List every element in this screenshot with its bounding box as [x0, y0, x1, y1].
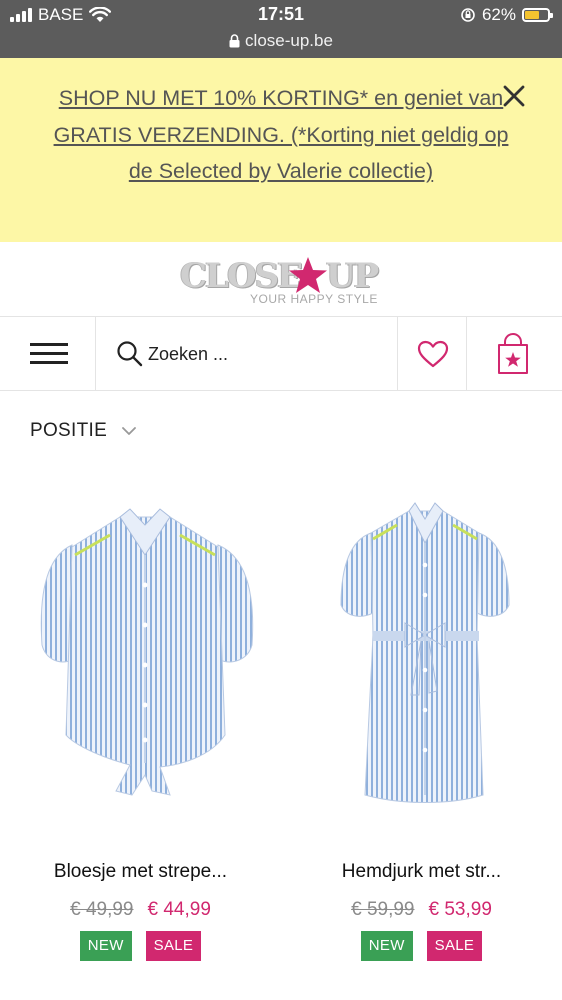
- product-badges: NEW SALE: [0, 931, 281, 961]
- sale-badge: SALE: [145, 931, 202, 961]
- url-text: close-up.be: [245, 31, 333, 50]
- new-badge: NEW: [360, 931, 413, 961]
- header-logo-area: CLOSE UP YOUR HAPPY STYLE: [0, 242, 562, 317]
- star-icon: [289, 257, 327, 293]
- old-price: € 59,99: [351, 899, 415, 920]
- lock-icon: [229, 34, 240, 48]
- close-icon[interactable]: [500, 82, 528, 110]
- sale-badge: SALE: [426, 931, 483, 961]
- battery-percentage: 62%: [481, 5, 516, 24]
- logo-text-left: CLOSE: [180, 256, 303, 296]
- hamburger-line: [30, 352, 68, 355]
- nav-bar: [0, 317, 562, 391]
- status-bar: BASE 17:51 62% close-up.be: [0, 0, 562, 58]
- cart-button[interactable]: [467, 317, 562, 390]
- logo-text-right: UP: [326, 256, 379, 296]
- product-badges: NEW SALE: [281, 931, 562, 961]
- wishlist-button[interactable]: [397, 317, 467, 390]
- sort-label: POSITIE: [30, 420, 108, 441]
- search-box[interactable]: [96, 317, 397, 390]
- search-input[interactable]: [148, 337, 378, 371]
- search-icon: [117, 341, 143, 367]
- orientation-lock-icon: [461, 8, 475, 22]
- promo-link[interactable]: SHOP NU MET 10% KORTING* en geniet van G…: [40, 80, 522, 190]
- hamburger-menu-icon: [30, 343, 68, 346]
- product-name[interactable]: Hemdjurk met str...: [281, 861, 562, 883]
- promo-banner: SHOP NU MET 10% KORTING* en geniet van G…: [0, 58, 562, 242]
- battery-icon: [522, 8, 553, 22]
- new-badge: NEW: [79, 931, 132, 961]
- shopping-bag-icon: [498, 333, 528, 374]
- menu-button[interactable]: [0, 317, 96, 390]
- product-prices: € 59,99 € 53,99: [281, 899, 562, 921]
- sort-dropdown[interactable]: POSITIE: [30, 420, 137, 442]
- chevron-down-icon: [122, 427, 136, 435]
- brand-logo[interactable]: CLOSE UP YOUR HAPPY STYLE: [180, 256, 385, 308]
- sale-price: € 44,99: [147, 899, 211, 920]
- old-price: € 49,99: [70, 899, 134, 920]
- url-bar[interactable]: close-up.be: [0, 31, 562, 51]
- sale-price: € 53,99: [428, 899, 492, 920]
- status-right: 62%: [460, 5, 553, 25]
- product-name[interactable]: Bloesje met strepe...: [0, 861, 281, 883]
- product-image-striped-blouse[interactable]: [20, 495, 270, 835]
- product-prices: € 49,99 € 44,99: [0, 899, 281, 921]
- hamburger-line: [30, 361, 68, 364]
- heart-icon: [417, 340, 449, 368]
- logo-tagline: YOUR HAPPY STYLE: [250, 292, 378, 306]
- product-image-striped-shirt-dress[interactable]: [301, 495, 551, 835]
